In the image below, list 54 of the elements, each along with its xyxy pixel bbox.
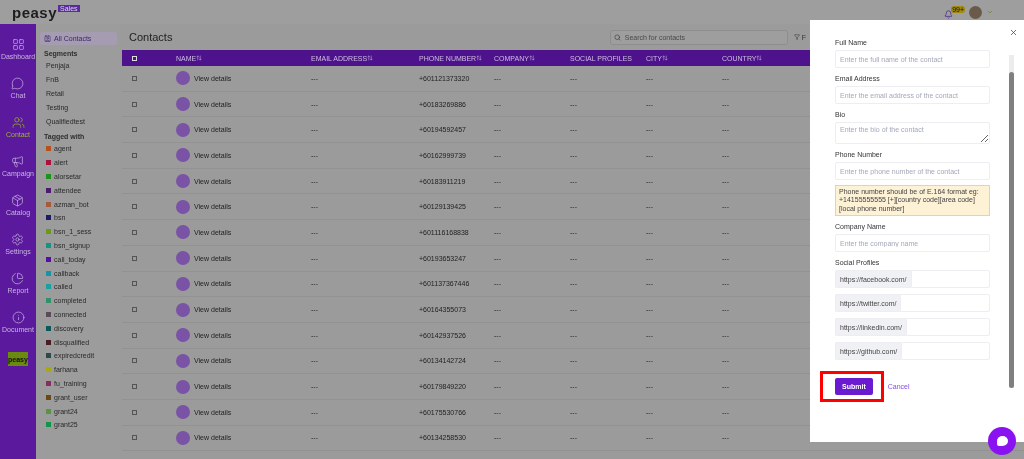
- sort-icon[interactable]: [367, 55, 374, 61]
- avatar: [176, 353, 190, 368]
- user-avatar[interactable]: [969, 5, 982, 19]
- sort-icon[interactable]: [528, 55, 535, 61]
- notification-button[interactable]: [944, 9, 954, 19]
- avatar: [176, 97, 190, 112]
- sort-icon[interactable]: [476, 55, 483, 61]
- sort-icon[interactable]: [196, 55, 203, 61]
- avatar: [176, 379, 190, 394]
- row-checkbox[interactable]: [132, 152, 137, 158]
- box-icon: [11, 194, 25, 207]
- grid-icon: [11, 38, 25, 51]
- page-title: Contacts: [129, 31, 173, 43]
- row-checkbox[interactable]: [132, 255, 137, 261]
- avatar: [176, 225, 190, 240]
- avatar: [176, 148, 190, 163]
- avatar: [176, 302, 190, 317]
- avatar: [176, 405, 190, 420]
- row-checkbox[interactable]: [132, 409, 137, 415]
- people-icon: [11, 116, 25, 129]
- logo: peasy: [12, 3, 58, 21]
- sort-icon[interactable]: [661, 55, 668, 61]
- row-checkbox[interactable]: [132, 358, 137, 364]
- row-checkbox[interactable]: [132, 435, 137, 441]
- avatar: [176, 122, 190, 137]
- row-checkbox[interactable]: [132, 204, 137, 210]
- info-icon: [11, 311, 25, 324]
- row-checkbox[interactable]: [132, 384, 137, 390]
- row-checkbox[interactable]: [132, 307, 137, 313]
- avatar: [176, 251, 190, 266]
- chat-bubble-icon: [11, 77, 25, 90]
- avatar: [176, 430, 190, 445]
- close-button[interactable]: [1009, 28, 1018, 37]
- search-icon: [613, 33, 621, 41]
- row-checkbox[interactable]: [132, 332, 137, 338]
- pie-chart-icon: [11, 272, 25, 285]
- avatar: [176, 174, 190, 189]
- chat-button[interactable]: [988, 427, 1016, 455]
- row-checkbox[interactable]: [132, 281, 137, 287]
- avatar: [176, 199, 190, 214]
- row-checkbox[interactable]: [132, 178, 137, 184]
- filter-icon: [793, 34, 800, 40]
- megaphone-icon: [11, 155, 25, 168]
- row-checkbox[interactable]: [132, 229, 137, 235]
- contact-card-icon: [44, 35, 51, 42]
- select-all-checkbox[interactable]: [132, 55, 137, 61]
- avatar: [176, 328, 190, 343]
- avatar: [176, 276, 190, 291]
- sort-icon[interactable]: [756, 55, 763, 61]
- row-checkbox[interactable]: [132, 101, 137, 107]
- settings-icon: [11, 233, 25, 246]
- row-checkbox[interactable]: [132, 127, 137, 133]
- avatar: [176, 71, 190, 86]
- row-checkbox[interactable]: [132, 75, 137, 81]
